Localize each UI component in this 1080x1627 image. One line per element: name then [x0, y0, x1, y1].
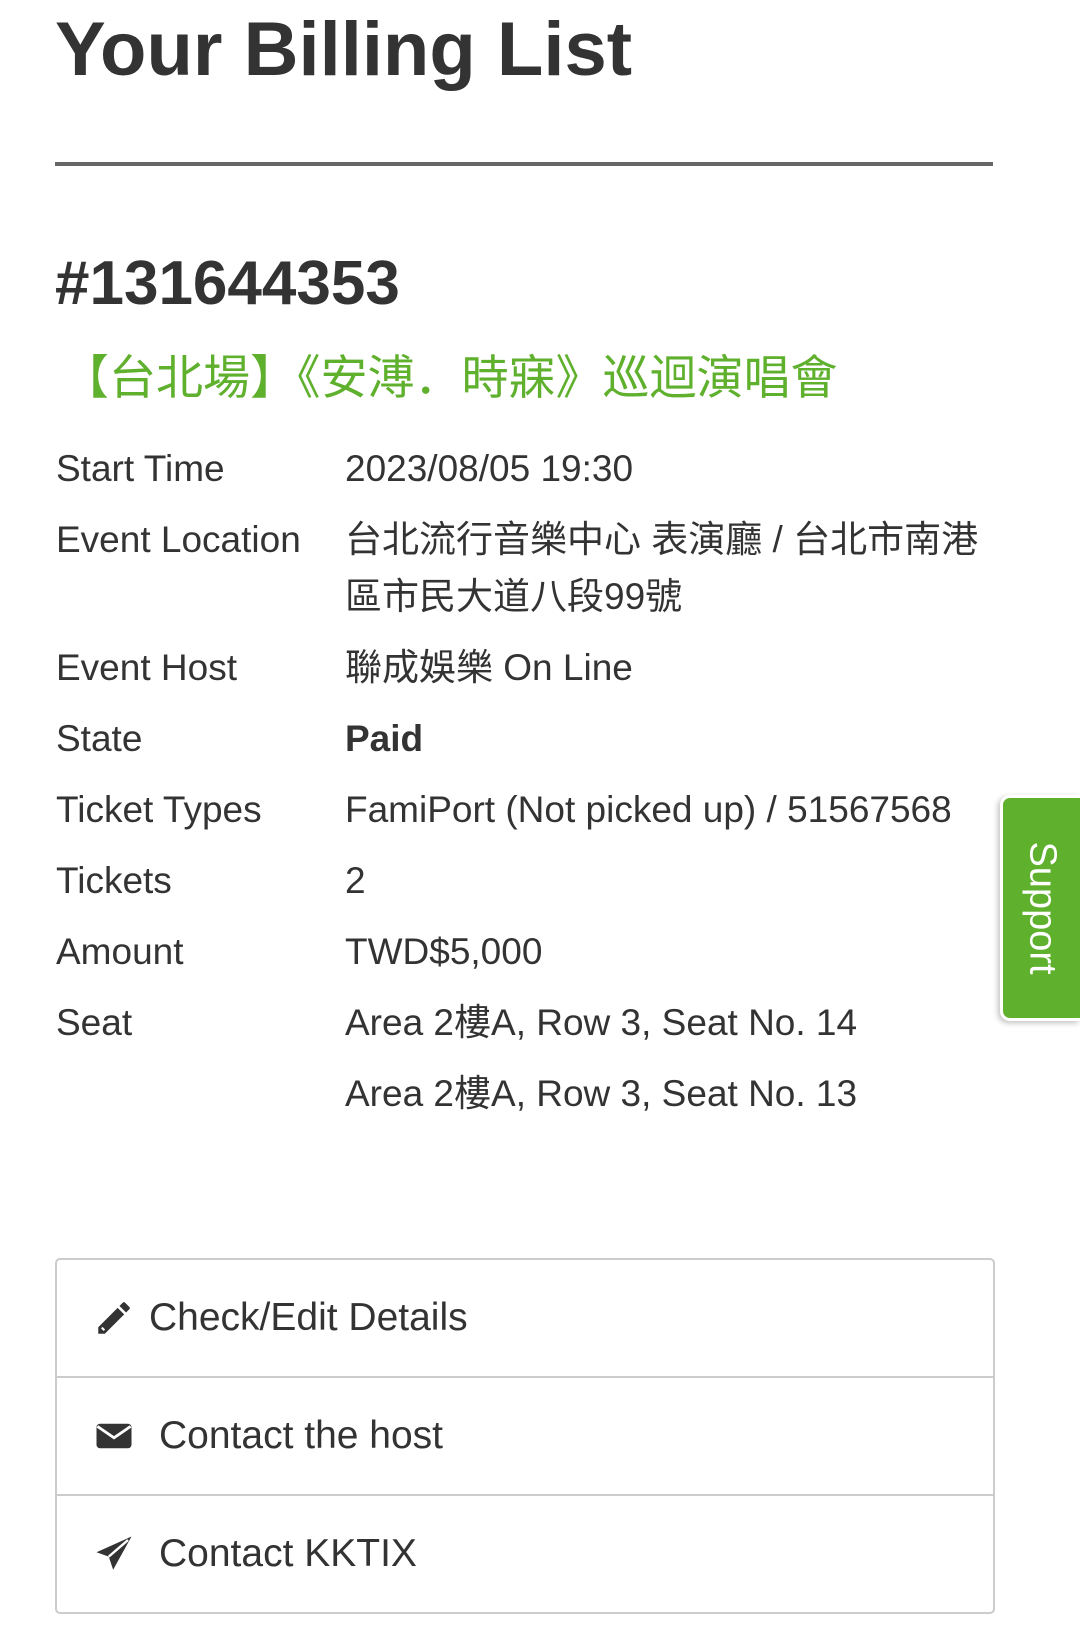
ticket-types-label: Ticket Types	[56, 789, 262, 830]
start-time-value: 2023/08/05 19:30	[345, 448, 634, 489]
seat-value: Area 2樓A, Row 3, Seat No. 13	[345, 1073, 858, 1114]
support-label: Support	[1021, 841, 1063, 975]
page-title: Your Billing List	[55, 7, 633, 92]
detail-row-host: Event Host 聯成娛樂 On Line	[56, 639, 996, 696]
contact-host-button[interactable]: Contact the host	[57, 1376, 993, 1494]
amount-value: TWD$5,000	[345, 931, 543, 972]
location-value: 台北流行音樂中心 表演廳 / 台北市南港區市民大道八段99號	[345, 519, 979, 617]
ticket-types-value: FamiPort (Not picked up) / 51567568	[345, 789, 952, 830]
seat-values: Area 2樓A, Row 3, Seat No. 14 Area 2樓A, R…	[345, 994, 996, 1122]
support-tab-button[interactable]: Support	[1000, 795, 1080, 1021]
state-value: Paid	[345, 718, 424, 759]
seat-label: Seat	[56, 1002, 133, 1043]
envelope-icon	[93, 1415, 135, 1457]
detail-row-ticket-types: Ticket Types FamiPort (Not picked up) / …	[56, 781, 996, 838]
title-divider	[55, 162, 993, 166]
detail-row-tickets: Tickets 2	[56, 852, 996, 909]
tickets-label: Tickets	[56, 860, 172, 901]
location-label: Event Location	[56, 519, 301, 560]
host-label: Event Host	[56, 647, 237, 688]
detail-row-state: State Paid	[56, 710, 996, 767]
check-edit-details-label: Check/Edit Details	[149, 1296, 468, 1339]
tickets-value: 2	[345, 860, 366, 901]
contact-kktix-button[interactable]: Contact KKTIX	[57, 1494, 993, 1612]
event-title-link[interactable]: 【台北場】《安溥．時寐》巡迴演唱會	[62, 350, 838, 406]
detail-row-seat: Seat Area 2樓A, Row 3, Seat No. 14 Area 2…	[56, 994, 996, 1122]
check-edit-details-button[interactable]: Check/Edit Details	[57, 1260, 993, 1376]
detail-row-amount: Amount TWD$5,000	[56, 923, 996, 980]
pencil-icon	[93, 1297, 135, 1339]
seat-value: Area 2樓A, Row 3, Seat No. 14	[345, 1002, 858, 1043]
order-number: #131644353	[55, 249, 400, 318]
amount-label: Amount	[56, 931, 184, 972]
paper-plane-icon	[93, 1533, 135, 1575]
billing-page: Your Billing List #131644353 【台北場】《安溥．時寐…	[0, 0, 1080, 1627]
contact-host-label: Contact the host	[159, 1414, 444, 1457]
detail-row-location: Event Location 台北流行音樂中心 表演廳 / 台北市南港區市民大道…	[56, 511, 996, 625]
host-value: 聯成娛樂 On Line	[345, 647, 633, 688]
start-time-label: Start Time	[56, 448, 225, 489]
order-details: Start Time 2023/08/05 19:30 Event Locati…	[56, 440, 996, 1136]
detail-row-start-time: Start Time 2023/08/05 19:30	[56, 440, 996, 497]
order-actions: Check/Edit Details Contact the host Cont…	[55, 1258, 995, 1614]
state-label: State	[56, 718, 143, 759]
contact-kktix-label: Contact KKTIX	[159, 1532, 417, 1575]
